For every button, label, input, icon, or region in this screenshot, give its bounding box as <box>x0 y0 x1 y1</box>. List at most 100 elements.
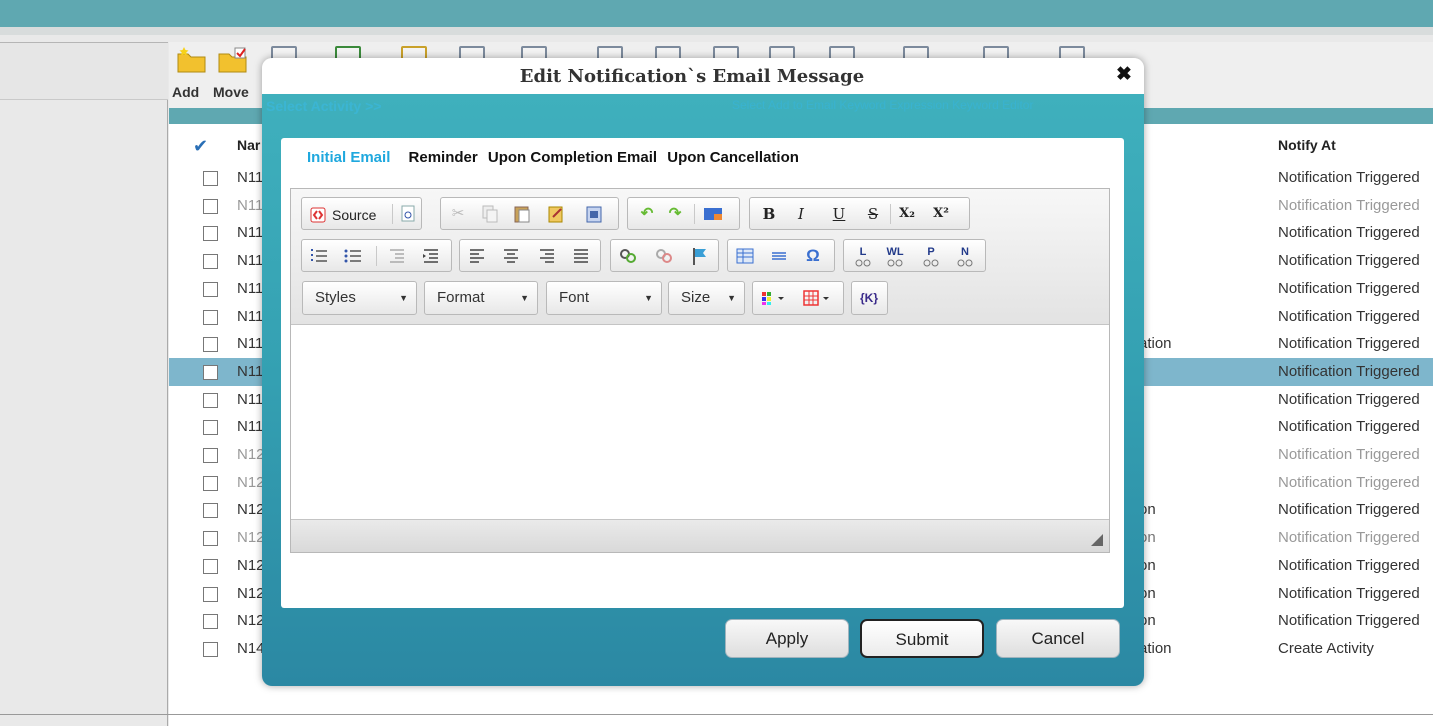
row-checkbox[interactable] <box>203 392 218 408</box>
keyword-hint-text: Select Add to Email Keyword Expression K… <box>732 98 1034 112</box>
styles-dropdown[interactable]: Styles ▼ <box>302 281 417 315</box>
link-p-button[interactable]: P <box>920 245 942 267</box>
tab-upon-completion-email[interactable]: Upon Completion Email <box>488 149 657 166</box>
justify-icon[interactable] <box>570 245 592 267</box>
bold-button[interactable]: B <box>758 203 780 225</box>
size-dropdown[interactable]: Size ▼ <box>668 281 745 315</box>
cancel-button[interactable]: Cancel <box>996 619 1120 658</box>
row-name: N11 <box>237 362 264 380</box>
row-notify-at: Notification Triggered <box>1278 501 1420 519</box>
keyword-button[interactable]: {K} <box>858 287 880 309</box>
bulleted-list-icon[interactable] <box>342 245 364 267</box>
link-l-button[interactable]: L <box>852 245 874 267</box>
row-name: N11 <box>237 169 264 186</box>
chevron-down-icon: ▼ <box>727 293 736 303</box>
row-notify-at: Notification Triggered <box>1278 529 1420 547</box>
apply-button[interactable]: Apply <box>725 619 849 658</box>
tab-upon-cancellation[interactable]: Upon Cancellation <box>667 149 799 166</box>
insert-group: Ω <box>727 239 835 272</box>
special-char-omega-icon[interactable]: Ω <box>802 245 824 267</box>
column-header-name[interactable]: Nar <box>237 137 260 153</box>
editor-content-area[interactable] <box>291 325 1109 519</box>
row-checkbox[interactable] <box>203 558 218 574</box>
horizontal-rule-icon[interactable] <box>768 245 790 267</box>
table-color-icon[interactable] <box>801 287 839 309</box>
row-notify-at: Notification Triggered <box>1278 362 1420 380</box>
link-icon[interactable] <box>617 245 639 267</box>
row-checkbox[interactable] <box>203 337 218 353</box>
row-checkbox[interactable] <box>203 531 218 547</box>
paste-icon[interactable] <box>511 203 533 225</box>
row-checkbox[interactable] <box>203 503 218 519</box>
row-checkbox[interactable] <box>203 309 218 325</box>
strikethrough-button[interactable]: S <box>862 203 884 225</box>
text-color-icon[interactable] <box>759 287 793 309</box>
submit-button[interactable]: Submit <box>860 619 984 658</box>
html-insert-icon[interactable] <box>702 203 724 225</box>
align-left-icon[interactable] <box>466 245 488 267</box>
row-checkbox[interactable] <box>203 198 218 214</box>
paste-word-icon[interactable] <box>583 203 605 225</box>
tab-reminder[interactable]: Reminder <box>409 149 478 166</box>
row-checkbox[interactable] <box>203 586 218 602</box>
row-checkbox[interactable] <box>203 171 218 186</box>
link-wl-button[interactable]: WL <box>884 245 906 267</box>
row-checkbox[interactable] <box>203 254 218 270</box>
numbered-list-icon[interactable] <box>308 245 330 267</box>
select-all-checkmark-icon[interactable]: ✔ <box>193 136 208 157</box>
row-checkbox[interactable] <box>203 641 218 657</box>
resize-handle-icon[interactable] <box>1091 534 1103 546</box>
add-button[interactable]: Add <box>172 46 218 102</box>
row-notify-at: Notification Triggered <box>1278 307 1420 325</box>
subscript-button[interactable]: X₂ <box>896 203 918 225</box>
row-notify-at: Notification Triggered <box>1278 612 1420 630</box>
row-name: N12 <box>237 501 265 519</box>
row-notify-at: Notification Triggered <box>1278 169 1420 186</box>
redo-icon[interactable]: ↷ <box>664 203 686 225</box>
format-dropdown[interactable]: Format ▼ <box>424 281 538 315</box>
underline-button[interactable]: U <box>828 203 850 225</box>
link-n-label: N <box>961 246 969 258</box>
basic-styles-group: B I U S X₂ X² <box>749 197 970 230</box>
clipboard-group: ✂ <box>440 197 619 230</box>
cut-icon[interactable]: ✂ <box>447 203 469 225</box>
link-p-label: P <box>927 246 935 258</box>
move-button[interactable]: Move <box>213 46 259 102</box>
row-notify-at: Notification Triggered <box>1278 584 1420 602</box>
link-n-button[interactable]: N <box>954 245 976 267</box>
decrease-indent-icon[interactable] <box>386 245 408 267</box>
row-checkbox[interactable] <box>203 226 218 242</box>
row-name: N11 <box>237 307 264 325</box>
align-right-icon[interactable] <box>536 245 558 267</box>
tab-initial-email[interactable]: Initial Email <box>307 149 390 166</box>
row-name: N11 <box>237 196 264 214</box>
paste-text-icon[interactable] <box>545 203 567 225</box>
column-header-notify-at[interactable]: Notify At <box>1278 137 1336 153</box>
superscript-button[interactable]: X² <box>930 203 952 225</box>
close-icon[interactable]: ✖ <box>1114 65 1134 85</box>
source-button[interactable]: Source <box>308 204 384 226</box>
preview-icon[interactable] <box>397 203 419 225</box>
anchor-flag-icon[interactable] <box>689 245 711 267</box>
unlink-icon[interactable] <box>653 245 675 267</box>
separator <box>694 204 695 224</box>
table-icon[interactable] <box>734 245 756 267</box>
undo-icon[interactable]: ↶ <box>636 203 658 225</box>
editor-toolbar: Source ✂ ↶ ↷ B I U S X₂ X² Ω L WL P N St… <box>291 189 1109 325</box>
copy-icon[interactable] <box>479 203 501 225</box>
italic-button[interactable]: I <box>790 203 812 225</box>
separator <box>392 204 393 224</box>
row-name: N11 <box>237 224 264 242</box>
row-checkbox[interactable] <box>203 420 218 436</box>
row-notify-at: Notification Triggered <box>1278 335 1420 353</box>
row-checkbox[interactable] <box>203 475 218 491</box>
row-checkbox[interactable] <box>203 614 218 630</box>
row-checkbox[interactable] <box>203 364 218 380</box>
row-notify-at: Create Activity <box>1278 639 1374 657</box>
row-checkbox[interactable] <box>203 448 218 463</box>
align-center-icon[interactable] <box>500 245 522 267</box>
row-checkbox[interactable] <box>203 281 218 297</box>
increase-indent-icon[interactable] <box>420 245 442 267</box>
font-dropdown[interactable]: Font ▼ <box>546 281 662 315</box>
row-notify-at: Notification Triggered <box>1278 252 1420 270</box>
